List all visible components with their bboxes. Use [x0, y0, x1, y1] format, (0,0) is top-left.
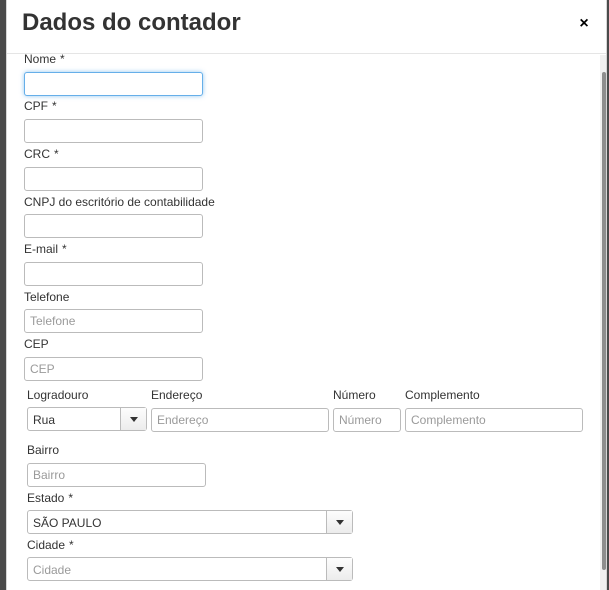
- chevron-down-icon[interactable]: [326, 558, 352, 580]
- nome-label-text: Nome: [24, 52, 57, 66]
- cpf-label-text: CPF: [24, 99, 48, 113]
- chevron-down-icon[interactable]: [120, 408, 146, 430]
- scrollbar-thumb[interactable]: [602, 72, 606, 570]
- endereco-label: Endereço: [151, 388, 203, 402]
- required-mark: *: [52, 99, 57, 113]
- estado-label: Estado *: [27, 491, 73, 505]
- logradouro-value: Rua: [33, 413, 56, 427]
- crc-label: CRC *: [24, 147, 59, 161]
- required-mark: *: [60, 52, 65, 66]
- cnpj-input[interactable]: [24, 214, 203, 238]
- cidade-label: Cidade *: [27, 538, 74, 552]
- telefone-label: Telefone: [24, 290, 70, 304]
- close-icon[interactable]: ×: [577, 16, 591, 32]
- cpf-input[interactable]: [24, 119, 203, 143]
- bairro-input[interactable]: [27, 463, 206, 487]
- estado-label-text: Estado: [27, 491, 65, 505]
- crc-input[interactable]: [24, 167, 203, 191]
- telefone-input[interactable]: [24, 309, 203, 333]
- email-label: E-mail *: [24, 242, 67, 256]
- complemento-input[interactable]: [405, 408, 583, 432]
- bairro-label: Bairro: [27, 443, 60, 457]
- email-label-text: E-mail: [24, 242, 59, 256]
- nome-label: Nome *: [24, 52, 65, 66]
- contador-modal: Dados do contador × Nome * CPF * CRC * CNPJ…: [6, 0, 607, 590]
- cpf-label: CPF *: [24, 99, 57, 113]
- required-mark: *: [68, 491, 74, 505]
- email-input[interactable]: [24, 262, 203, 286]
- cidade-placeholder: Cidade: [33, 563, 72, 577]
- required-mark: *: [69, 538, 74, 552]
- modal-header: Dados do contador ×: [7, 0, 606, 54]
- crc-label-text: CRC: [24, 147, 50, 161]
- chevron-down-icon[interactable]: [326, 511, 352, 533]
- cidade-label-text: Cidade: [27, 538, 66, 552]
- logradouro-select[interactable]: Rua: [27, 407, 147, 431]
- estado-value: SÃO PAULO: [33, 516, 102, 530]
- required-mark: *: [62, 242, 67, 256]
- numero-label: Número: [333, 388, 376, 402]
- cep-label: CEP: [24, 337, 49, 351]
- required-mark: *: [54, 147, 59, 161]
- nome-input[interactable]: [24, 72, 203, 96]
- estado-select[interactable]: SÃO PAULO: [27, 510, 353, 534]
- cidade-select[interactable]: Cidade: [27, 557, 353, 581]
- modal-title: Dados do contador: [22, 9, 241, 36]
- cep-input[interactable]: [24, 357, 203, 381]
- logradouro-label: Logradouro: [27, 388, 89, 402]
- endereco-input[interactable]: [151, 408, 329, 432]
- numero-input[interactable]: [333, 408, 401, 432]
- cnpj-label: CNPJ do escritório de contabilidade: [24, 195, 215, 209]
- complemento-label: Complemento: [405, 388, 480, 402]
